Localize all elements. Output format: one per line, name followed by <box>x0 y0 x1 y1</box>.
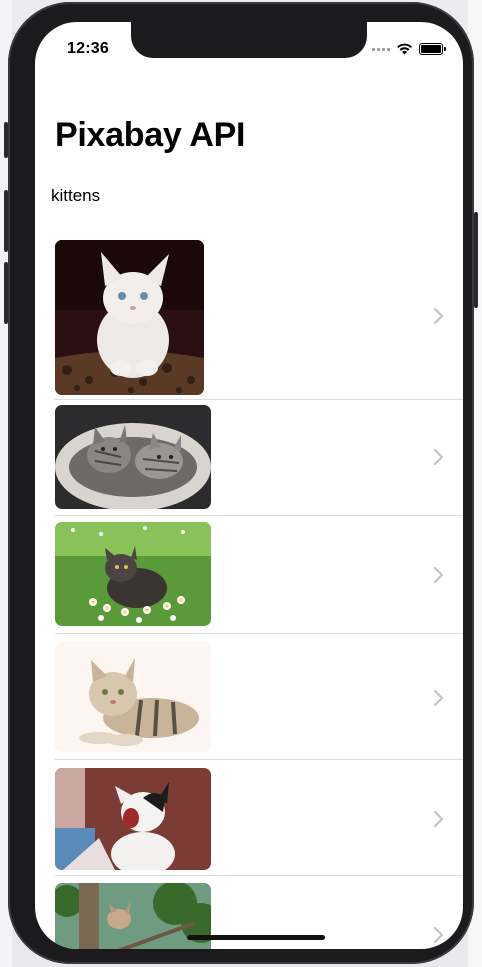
page-title: Pixabay API <box>55 116 246 154</box>
disclosure-chevron-icon <box>433 926 444 944</box>
disclosure-chevron-icon <box>433 307 444 325</box>
status-icons <box>372 43 446 55</box>
iphone-frame: 12:36 Pixabay API <box>4 2 478 964</box>
result-row[interactable] <box>35 516 463 634</box>
result-thumbnail <box>55 768 211 870</box>
volume-down-button <box>4 262 8 324</box>
result-thumbnail <box>55 642 211 752</box>
disclosure-chevron-icon <box>433 566 444 584</box>
cellular-signal-icon <box>372 47 390 51</box>
disclosure-chevron-icon <box>433 689 444 707</box>
home-indicator[interactable] <box>187 935 325 940</box>
result-row[interactable] <box>35 634 463 760</box>
result-thumbnail <box>55 522 211 626</box>
volume-up-button <box>4 190 8 252</box>
app-screen: 12:36 Pixabay API <box>35 22 463 949</box>
wifi-icon <box>397 43 412 55</box>
disclosure-chevron-icon <box>433 448 444 466</box>
result-thumbnail <box>55 240 204 395</box>
search-input[interactable] <box>51 182 441 210</box>
notch <box>131 22 367 58</box>
status-time: 12:36 <box>67 40 109 57</box>
result-row[interactable] <box>35 760 463 876</box>
power-button <box>474 212 478 308</box>
mute-switch <box>4 122 8 158</box>
result-thumbnail <box>55 405 211 509</box>
result-row[interactable] <box>35 236 463 400</box>
disclosure-chevron-icon <box>433 810 444 828</box>
result-row[interactable] <box>35 400 463 516</box>
battery-icon <box>419 43 446 55</box>
